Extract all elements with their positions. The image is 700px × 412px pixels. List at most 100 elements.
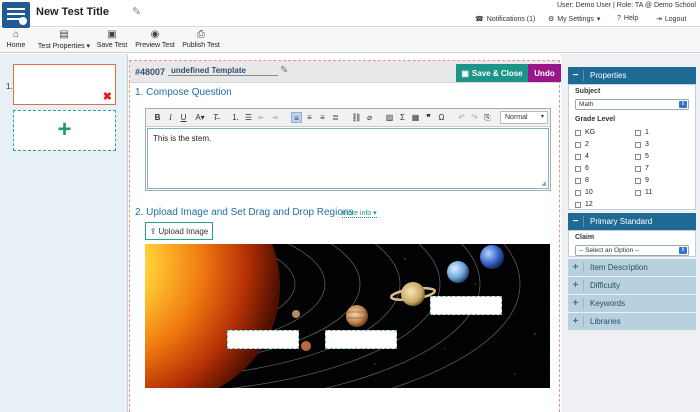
primary-standard-body: Claim -- Select an Option -- ⇕ [568, 230, 696, 257]
grade-checkbox[interactable]: 8 [575, 177, 589, 184]
grade-checkbox[interactable]: 10 [575, 189, 593, 196]
app-header: New Test Title ✎ User: Demo User | Role:… [0, 0, 700, 28]
align-left-icon[interactable]: ≡ [291, 112, 302, 123]
uranus-planet [447, 261, 469, 283]
grade-checkbox[interactable]: 9 [635, 177, 649, 184]
drop-region-3[interactable] [430, 296, 502, 315]
preview-test-button[interactable]: ◉ Preview Test [135, 29, 175, 49]
bullet-list-icon[interactable]: ☰ [243, 112, 254, 123]
slide-number: 1. [6, 82, 13, 91]
save-icon: ▣ [107, 29, 117, 40]
stem-input[interactable]: This is the stem. ◢ [147, 128, 549, 189]
caret-down-icon: ▾ [540, 114, 544, 120]
drop-region-1[interactable] [227, 330, 299, 349]
paste-icon[interactable]: ⎘ [482, 112, 493, 123]
gear-icon: ⚙ [548, 16, 555, 23]
grade-checkbox[interactable]: 11 [635, 189, 652, 196]
help-link[interactable]: ? Help [617, 15, 638, 22]
test-title[interactable]: New Test Title [36, 6, 109, 18]
rte-toolbar: B I U A▾ T̶ ⒈ ☰ ⇤ ⇥ ≡ ≡ ≡ ≣ ⛓ ⌀ ▨ Σ ▦ ❞ … [146, 109, 550, 127]
plus-icon: + [568, 298, 584, 309]
notifications-link[interactable]: ☎ Notifications (1) [475, 15, 535, 24]
notifications-icon: ☎ [475, 16, 484, 23]
keywords-header[interactable]: + Keywords [568, 295, 696, 312]
slides-panel: 1. ✖ + [0, 54, 128, 412]
grade-checkbox[interactable]: 6 [575, 165, 589, 172]
link-icon[interactable]: ⛓ [351, 112, 362, 123]
subject-label: Subject [575, 88, 601, 95]
item-id: #48007 [135, 67, 166, 77]
rich-text-editor: B I U A▾ T̶ ⒈ ☰ ⇤ ⇥ ≡ ≡ ≡ ≣ ⛓ ⌀ ▨ Σ ▦ ❞ … [145, 108, 551, 191]
omega-icon[interactable]: Ω [436, 112, 447, 123]
solar-system-illustration [145, 244, 550, 388]
italic-icon[interactable]: I [165, 112, 176, 123]
plus-icon: + [568, 262, 584, 273]
document-icon: ▤ [59, 29, 69, 40]
underline-icon[interactable]: U [178, 112, 189, 123]
subject-select[interactable]: Math ⇕ [575, 99, 689, 110]
outdent-icon[interactable]: ⇤ [256, 112, 267, 123]
bold-icon[interactable]: B [152, 112, 163, 123]
upload-image-button[interactable]: ⇪ Upload Image [145, 222, 213, 240]
indent-icon[interactable]: ⇥ [269, 112, 280, 123]
solar-system-image [145, 244, 550, 388]
saturn-planet [401, 282, 425, 306]
primary-standard-header[interactable]: − Primary Standard [568, 213, 696, 230]
user-info: User: Demo User | Role: TA @ Demo School [557, 2, 696, 9]
grade-checkbox[interactable]: KG [575, 129, 595, 136]
upload-icon: ⇪ [149, 226, 157, 236]
grade-checkbox[interactable]: 12 [575, 201, 593, 208]
grade-checkbox[interactable]: 7 [635, 165, 649, 172]
grade-checkbox[interactable]: 2 [575, 141, 589, 148]
save-close-button[interactable]: ▣ Save & Close [456, 64, 528, 82]
publish-test-button[interactable]: ⎙ Publish Test [181, 29, 221, 49]
caret-down-icon: ▾ [596, 16, 601, 23]
resize-handle-icon[interactable]: ◢ [541, 180, 546, 187]
home-button[interactable]: ⌂ Home [5, 29, 27, 49]
mercury-planet [292, 310, 300, 318]
grade-checkbox[interactable]: 3 [635, 141, 649, 148]
main-toolbar: ⌂ Home ▤ Test Properties ▾ ▣ Save Test ◉ Pre… [0, 28, 700, 53]
format-select[interactable]: Normal ▾ [500, 111, 548, 124]
align-right-icon[interactable]: ≡ [317, 112, 328, 123]
sigma-icon[interactable]: Σ [397, 112, 408, 123]
libraries-header[interactable]: + Libraries [568, 313, 696, 330]
image-icon[interactable]: ▨ [384, 112, 395, 123]
grade-checkbox[interactable]: 1 [635, 129, 649, 136]
undo-icon[interactable]: ↶ [456, 112, 467, 123]
home-icon: ⌂ [12, 29, 20, 40]
more-info-link[interactable]: more info ▾ [342, 209, 377, 218]
claim-label: Claim [575, 234, 595, 241]
add-slide-button[interactable]: + [13, 110, 116, 151]
app-logo[interactable] [2, 2, 30, 28]
numbered-list-icon[interactable]: ⒈ [230, 112, 241, 123]
test-properties-button[interactable]: ▤ Test Properties ▾ [37, 29, 91, 50]
select-arrows-icon: ⇕ [679, 101, 687, 108]
claim-select[interactable]: -- Select an Option -- ⇕ [575, 245, 689, 256]
grade-checkbox[interactable]: 4 [575, 153, 589, 160]
edit-template-pencil-icon[interactable]: ✎ [280, 65, 288, 76]
eye-icon: ◉ [150, 29, 160, 40]
template-name-field[interactable]: undefined Template [168, 66, 278, 76]
undo-button[interactable]: Undo [528, 64, 561, 82]
align-justify-icon[interactable]: ≣ [330, 112, 341, 123]
logout-link[interactable]: ⇥ Logout [656, 15, 686, 24]
item-description-header[interactable]: + Item Description [568, 259, 696, 276]
properties-header[interactable]: − Properties [568, 67, 696, 84]
redo-icon[interactable]: ↷ [469, 112, 480, 123]
save-icon: ▣ [461, 68, 469, 78]
blockquote-icon[interactable]: ❞ [423, 112, 434, 123]
delete-slide-icon[interactable]: ✖ [103, 90, 112, 103]
grade-checkbox[interactable]: 5 [635, 153, 649, 160]
remove-format-icon[interactable]: T̶ [210, 112, 221, 123]
drop-region-2[interactable] [325, 330, 397, 349]
align-center-icon[interactable]: ≡ [304, 112, 315, 123]
my-settings-menu[interactable]: ⚙ My Settings ▾ [548, 15, 601, 24]
table-icon[interactable]: ▦ [410, 112, 421, 123]
difficulty-header[interactable]: + Difficulty [568, 277, 696, 294]
save-test-button[interactable]: ▣ Save Test [96, 29, 128, 49]
font-color-icon[interactable]: A▾ [192, 112, 208, 123]
unlink-icon[interactable]: ⌀ [364, 112, 375, 123]
edit-title-pencil-icon[interactable]: ✎ [132, 5, 141, 18]
slide-thumbnail[interactable]: ✖ [13, 64, 116, 105]
